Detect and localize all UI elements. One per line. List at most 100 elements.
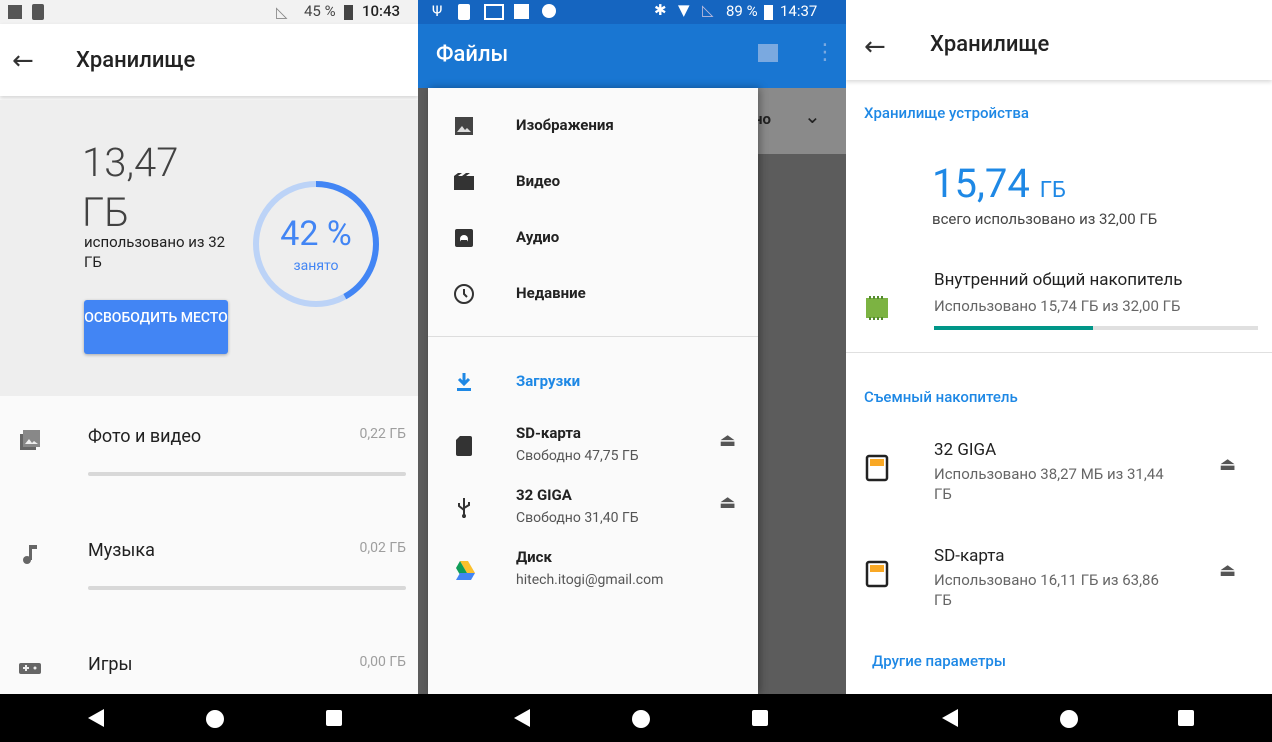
home-nav-icon[interactable] <box>206 710 224 728</box>
wifi-icon: ▼ <box>678 1 690 19</box>
back-nav-icon[interactable] <box>942 709 958 727</box>
drive-icon <box>456 561 475 580</box>
chip-icon <box>866 296 888 320</box>
mail-notification-icon <box>484 4 504 20</box>
category-label: Музыка <box>88 540 155 561</box>
drawer-item-sub: hitech.itogi@gmail.com <box>516 572 664 588</box>
volume-usage: Использовано 15,74 ГБ из 32,00 ГБ <box>934 297 1181 315</box>
category-bar <box>88 586 406 590</box>
used-unit: ГБ <box>1039 178 1066 203</box>
page-title: Файлы <box>436 42 509 67</box>
page-title: Хранилище <box>76 48 196 73</box>
drawer-item-label: Недавние <box>516 284 586 302</box>
category-size: 0,00 ГБ <box>359 654 406 670</box>
category-size: 0,02 ГБ <box>359 540 406 556</box>
drawer-item-usb[interactable]: 32 GIGA Свободно 31,40 ГБ ⏏ <box>428 480 758 536</box>
usb-notification-icon: Ψ <box>432 2 443 20</box>
drawer-item-sub: Свободно 47,75 ГБ <box>516 448 639 464</box>
removable-storage-header: Съемный накопитель <box>864 388 1018 406</box>
drawer-item-sd-card[interactable]: SD-карта Свободно 47,75 ГБ ⏏ <box>428 418 758 474</box>
sim-icon <box>32 4 44 20</box>
status-bar: ◺ 45 % 10:43 <box>0 0 418 24</box>
eject-icon[interactable]: ⏏ <box>719 492 736 513</box>
photo-icon <box>20 430 40 450</box>
drawer-item-label: Видео <box>516 172 561 190</box>
drawer-item-images[interactable]: Изображения <box>428 98 758 154</box>
back-arrow-icon[interactable]: ← <box>864 32 886 62</box>
sd-card-icon <box>865 454 889 482</box>
removable-item-usb[interactable]: 32 GIGA Использовано 38,27 МБ из 31,44 Г… <box>846 440 1272 510</box>
usage-percent: 42 % <box>280 214 352 254</box>
battery-percent: 45 % <box>304 2 336 20</box>
sd-card-icon <box>456 436 472 456</box>
battery-percent: 89 % <box>726 2 758 20</box>
back-nav-icon[interactable] <box>88 709 104 727</box>
category-music[interactable]: Музыка 0,02 ГБ <box>0 512 418 622</box>
free-space-button[interactable]: ОСВОБОДИТЬ МЕСТО <box>84 300 228 354</box>
recents-nav-icon[interactable] <box>752 710 768 726</box>
drawer-item-recent[interactable]: Недавние <box>428 266 758 322</box>
download-icon <box>457 373 471 391</box>
volume-name: 32 GIGA <box>934 440 997 460</box>
app-bar: ← Хранилище <box>846 0 1272 80</box>
drawer-item-label: 32 GIGA <box>516 486 572 504</box>
music-note-icon <box>23 545 37 564</box>
clock: 10:43 <box>362 2 401 20</box>
drawer-item-drive[interactable]: Диск hitech.itogi@gmail.com <box>428 542 758 598</box>
storage-panel-right: ← Хранилище Хранилище устройства 15,74 Г… <box>846 0 1272 742</box>
drawer-item-label: SD-карта <box>516 424 581 442</box>
usage-percent-label: занято <box>293 258 339 274</box>
drawer-item-video[interactable]: Видео <box>428 154 758 210</box>
sim-icon <box>458 4 470 20</box>
other-settings-link[interactable]: Другие параметры <box>872 652 1006 670</box>
nav-bar <box>0 694 418 742</box>
drawer-item-label: Загрузки <box>516 372 581 390</box>
volume-usage: Использовано 16,11 ГБ из 63,86 ГБ <box>934 571 1159 609</box>
grid-view-icon[interactable] <box>758 44 778 62</box>
home-nav-icon[interactable] <box>1060 710 1078 728</box>
clock-icon <box>454 284 474 304</box>
image-notification-icon <box>514 4 529 19</box>
files-panel-middle: Ψ ✱ ▼ ◺ 89 % 14:37 Файлы ⋮ но ⌄ Изображе… <box>418 0 846 742</box>
nav-bar <box>846 694 1272 742</box>
eject-icon[interactable]: ⏏ <box>719 430 736 451</box>
category-photos[interactable]: Фото и видео 0,22 ГБ <box>0 398 418 508</box>
nav-bar <box>418 694 846 742</box>
navigation-drawer: Изображения Видео Аудио Недавние Загрузк… <box>428 88 758 694</box>
app-bar: ← Хранилище <box>0 24 418 96</box>
image-notification-icon <box>8 5 22 19</box>
drawer-item-audio[interactable]: Аудио <box>428 210 758 266</box>
storage-summary: 13,47 ГБ использовано из 32 ГБ 42 % заня… <box>0 100 418 396</box>
used-value: 15,74 ГБ <box>932 160 1066 207</box>
back-arrow-icon[interactable]: ← <box>12 46 34 76</box>
section-divider <box>846 352 1272 353</box>
clock: 14:37 <box>780 2 818 20</box>
drawer-item-label: Аудио <box>516 228 560 246</box>
device-storage-header: Хранилище устройства <box>864 104 1029 122</box>
sd-card-icon <box>865 560 889 588</box>
used-of-label: использовано из 32 ГБ <box>84 233 226 271</box>
total-used-label: всего использовано из 32,00 ГБ <box>932 210 1158 228</box>
battery-icon <box>344 5 353 20</box>
drawer-item-label: Диск <box>516 548 552 566</box>
more-options-icon[interactable]: ⋮ <box>814 40 836 65</box>
app-bar: Файлы ⋮ <box>418 24 846 88</box>
drawer-divider <box>428 336 758 337</box>
recents-nav-icon[interactable] <box>326 710 342 726</box>
image-icon <box>455 117 473 135</box>
eject-icon[interactable]: ⏏ <box>1219 560 1236 581</box>
home-nav-icon[interactable] <box>632 710 650 728</box>
removable-item-sd[interactable]: SD-карта Использовано 16,11 ГБ из 63,86 … <box>846 546 1272 616</box>
chevron-down-icon[interactable]: ⌄ <box>804 104 821 128</box>
recents-nav-icon[interactable] <box>1178 710 1194 726</box>
eject-icon[interactable]: ⏏ <box>1219 454 1236 475</box>
drawer-item-downloads[interactable]: Загрузки <box>428 354 758 410</box>
storage-panel-left: ◺ 45 % 10:43 ← Хранилище 13,47 ГБ исполь… <box>0 0 418 742</box>
back-nav-icon[interactable] <box>514 709 530 727</box>
used-number: 15,74 <box>932 160 1030 207</box>
usb-icon <box>458 498 470 518</box>
used-value: 13,47 ГБ <box>82 139 179 236</box>
category-label: Фото и видео <box>88 426 202 447</box>
volume-usage: Использовано 38,27 МБ из 31,44 ГБ <box>934 465 1164 503</box>
category-bar <box>88 472 406 476</box>
